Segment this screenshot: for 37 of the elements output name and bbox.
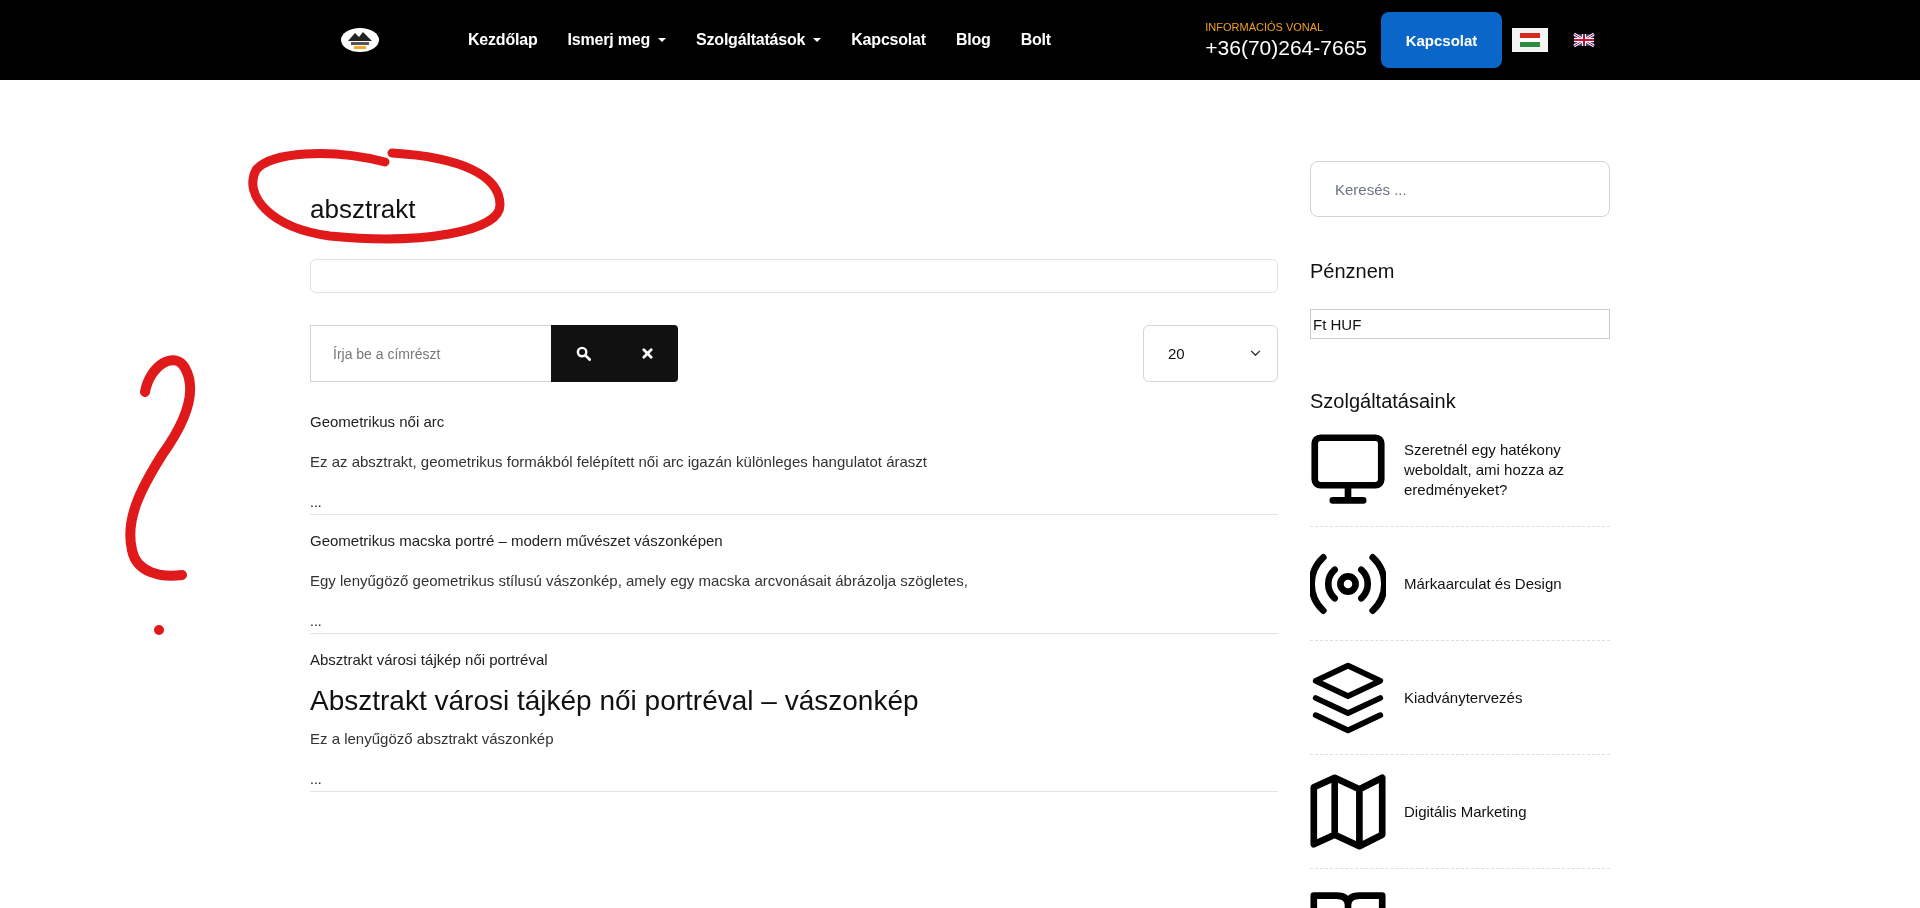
service-link[interactable]: Digitális Marketing xyxy=(1404,801,1527,822)
search-field[interactable]: Keresés ... xyxy=(1310,161,1610,217)
result-title[interactable]: Absztrakt városi tájkép női portréval xyxy=(310,650,548,670)
result-title[interactable]: Geometrikus macska portré – modern művészet vászonképen xyxy=(310,531,723,551)
map-icon xyxy=(1310,773,1386,850)
result-excerpt: Ez az absztrakt, geometrikus formákból felépített női arc igazán különleges hangulatot áraszt xyxy=(310,452,927,472)
services-heading: Szolgáltatásaink xyxy=(1310,389,1457,413)
nav-link[interactable]: Kapcsolat xyxy=(851,31,926,49)
title-search-field[interactable]: Írja be a címrészt xyxy=(310,325,551,382)
nav-link[interactable]: Szolgáltatások xyxy=(696,31,822,49)
result-heading: Absztrakt városi tájkép női portréval – vászonkép xyxy=(310,684,919,718)
search-icon[interactable] xyxy=(576,346,592,361)
phone-number[interactable]: +36(70)264-7665 xyxy=(1205,35,1367,60)
nav-link[interactable]: Ismerj meg xyxy=(567,31,667,49)
currency-heading: Pénznem xyxy=(1310,259,1396,283)
ellipsis-text: ... xyxy=(310,770,322,789)
nav-link[interactable]: Blog xyxy=(955,31,991,49)
per-page-select[interactable]: 20 xyxy=(1143,325,1278,382)
page-title: absztrakt xyxy=(310,194,417,224)
close-icon[interactable] xyxy=(641,348,653,359)
nav-link[interactable]: Kezdőlap xyxy=(468,31,538,49)
currency-select[interactable]: Ft HUF xyxy=(1310,309,1610,339)
info-line-label: INFORMÁCIÓS VONAL xyxy=(1205,20,1325,33)
service-link[interactable]: Márkaarculat és Design xyxy=(1404,573,1562,594)
hungarian-flag-icon[interactable] xyxy=(1512,28,1548,52)
logo-icon[interactable] xyxy=(340,26,380,54)
contact-button[interactable]: Kapcsolat xyxy=(1381,12,1502,68)
ellipsis-text: ... xyxy=(310,493,322,512)
service-link[interactable]: Kiadványtervezés xyxy=(1404,687,1523,708)
service-link[interactable]: Szeretnél egy hatékony weboldalt, ami hozza az eredményeket? xyxy=(1404,439,1610,500)
result-excerpt: Ez a lenyűgöző absztrakt vászonkép xyxy=(310,729,554,749)
chevron-down-icon xyxy=(1250,350,1261,357)
nav-link[interactable]: Bolt xyxy=(1020,31,1051,49)
result-title[interactable]: Geometrikus női arc xyxy=(310,412,445,432)
ellipsis-text: ... xyxy=(310,612,322,631)
result-excerpt: Egy lenyűgöző geometrikus stílusú vászonkép, amely egy macska arcvonásait ábrázolja szögletes, xyxy=(310,571,968,591)
hand-drawn-dot-drawing xyxy=(154,625,164,635)
